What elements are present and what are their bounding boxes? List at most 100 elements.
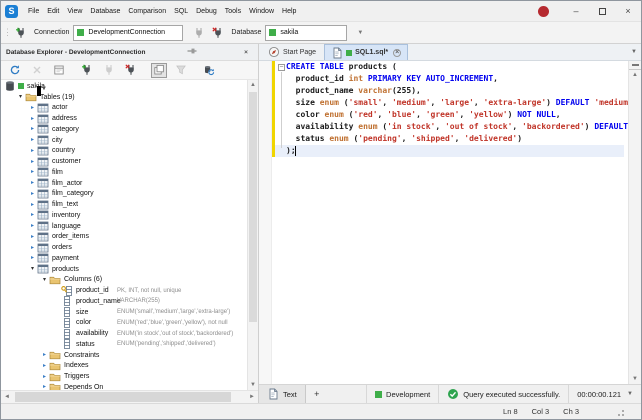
resize-grip[interactable] (622, 414, 624, 416)
expand-arrow-icon[interactable]: ▸ (28, 189, 37, 199)
expand-arrow-icon[interactable]: ▸ (28, 243, 37, 253)
tree-item-country[interactable]: ▸ country (1, 146, 258, 157)
collapse-arrow-icon[interactable]: ▾ (28, 264, 37, 274)
execution-timer[interactable]: 00:00:00.121 ▼ (568, 385, 641, 403)
new-connection-icon[interactable] (13, 25, 28, 40)
scrollbar-thumb[interactable] (249, 92, 257, 322)
menu-window[interactable]: Window (245, 8, 278, 15)
tree-item-language[interactable]: ▸ language (1, 221, 258, 232)
toolbar-grip[interactable]: ⋮ (3, 27, 12, 38)
tree-item-film-actor[interactable]: ▸ film_actor (1, 178, 258, 189)
menu-comparison[interactable]: Comparison (124, 8, 170, 15)
database-select[interactable]: sakila ▼ (37, 24, 348, 96)
tree-item-city[interactable]: ▸ city (1, 135, 258, 146)
tree-horizontal-scrollbar[interactable]: ◄ ► (1, 390, 258, 403)
menu-debug[interactable]: Debug (192, 8, 221, 15)
connect-icon[interactable] (101, 63, 117, 78)
menu-file[interactable]: File (24, 8, 43, 15)
tree-item-depends-on[interactable]: ▸ Depends On (1, 382, 258, 390)
tree-item-inventory[interactable]: ▸ inventory (1, 210, 258, 221)
expand-arrow-icon[interactable]: ▸ (28, 210, 37, 220)
tree-item-constraints[interactable]: ▸ Constraints (1, 350, 258, 361)
maximize-button[interactable] (589, 1, 615, 21)
scroll-up-icon[interactable]: ▲ (248, 80, 258, 90)
text-view-tab[interactable]: Text (259, 385, 306, 403)
show-folders-icon[interactable] (151, 62, 167, 78)
tree-item-triggers[interactable]: ▸ Triggers (1, 371, 258, 382)
expand-arrow-icon[interactable]: ▸ (28, 178, 37, 188)
expand-arrow-icon[interactable]: ▸ (28, 221, 37, 231)
scroll-down-icon[interactable]: ▼ (248, 380, 258, 390)
tree-item-customer[interactable]: ▸ customer (1, 156, 258, 167)
expand-arrow-icon[interactable]: ▸ (40, 372, 49, 382)
tree-item-order-items[interactable]: ▸ order_items (1, 232, 258, 243)
tree-item-category[interactable]: ▸ category (1, 124, 258, 135)
tree-item-address[interactable]: ▸ address (1, 113, 258, 124)
expand-arrow-icon[interactable]: ▸ (40, 350, 49, 360)
scroll-right-icon[interactable]: ► (246, 391, 258, 403)
connect-icon[interactable] (191, 25, 206, 40)
tree-item-film[interactable]: ▸ film (1, 167, 258, 178)
notification-badge-icon[interactable] (538, 5, 549, 17)
expand-arrow-icon[interactable]: ▸ (28, 135, 37, 145)
pin-icon[interactable] (185, 45, 199, 59)
tab-sql1-sql-[interactable]: SQL1.sql* × (324, 44, 409, 60)
menu-help[interactable]: Help (278, 8, 300, 15)
refresh-icon[interactable] (7, 63, 23, 78)
tree-item-payment[interactable]: ▸ payment (1, 253, 258, 264)
tree-item-film-category[interactable]: ▸ film_category (1, 189, 258, 200)
tree-item-product-name[interactable]: product_name VARCHAR(255) (1, 296, 258, 307)
menu-database[interactable]: Database (86, 8, 124, 15)
expand-arrow-icon[interactable]: ▸ (28, 167, 37, 177)
tree-item-status[interactable]: status ENUM('pending','shipped','delivere… (1, 339, 258, 350)
connection-select[interactable]: DevelopmentConnection ▼ (37, 24, 184, 96)
filter-icon[interactable] (173, 63, 189, 78)
scroll-up-icon[interactable]: ▲ (629, 70, 641, 80)
scroll-down-icon[interactable]: ▼ (629, 374, 641, 384)
tree-item-columns-6-[interactable]: ▾ Columns (6) (1, 275, 258, 286)
new-connection-icon[interactable] (79, 63, 95, 78)
expand-arrow-icon[interactable]: ▸ (28, 232, 37, 242)
tab-overflow-button[interactable]: ▼ (631, 49, 637, 55)
disconnect-icon[interactable] (123, 63, 139, 78)
scrollbar-thumb[interactable] (15, 392, 231, 402)
tree-item-actor[interactable]: ▸ actor (1, 103, 258, 114)
menu-sql[interactable]: SQL (170, 8, 192, 15)
tree-item-products[interactable]: ▾ products (1, 264, 258, 275)
tree-vertical-scrollbar[interactable]: ▲ ▼ (247, 80, 258, 390)
tree-item-indexes[interactable]: ▸ Indexes (1, 361, 258, 372)
menu-edit[interactable]: Edit (43, 8, 63, 15)
properties-icon[interactable] (51, 63, 67, 78)
collapse-arrow-icon[interactable]: ▾ (40, 275, 49, 285)
close-button[interactable]: × (615, 1, 641, 21)
scroll-left-icon[interactable]: ◄ (1, 391, 13, 403)
expand-arrow-icon[interactable]: ▸ (28, 253, 37, 263)
minimize-button[interactable]: – (563, 1, 589, 21)
tab-start-page[interactable]: Start Page (262, 44, 322, 60)
menu-tools[interactable]: Tools (221, 8, 245, 15)
code-fold-icon[interactable]: – (278, 64, 285, 71)
expand-arrow-icon[interactable]: ▸ (28, 114, 37, 124)
tree-item-film-text[interactable]: ▸ film_text (1, 199, 258, 210)
disconnect-icon[interactable] (210, 25, 225, 40)
add-view-button[interactable]: + (306, 389, 328, 399)
splitter-handle[interactable] (629, 61, 641, 70)
expand-arrow-icon[interactable]: ▸ (40, 361, 49, 371)
tree-item-size[interactable]: size ENUM('small','medium','large','extra… (1, 307, 258, 318)
tree-item-orders[interactable]: ▸ orders (1, 242, 258, 253)
object-tree[interactable]: sakila ▾ Tables (19) ▸ actor ▸ address ▸ categor… (1, 80, 258, 390)
sql-editor[interactable]: – CREATE TABLE products ( product_id int… (259, 61, 641, 384)
expand-arrow-icon[interactable]: ▸ (28, 157, 37, 167)
expand-arrow-icon[interactable]: ▸ (40, 382, 49, 390)
refresh-schema-icon[interactable] (201, 63, 217, 78)
tree-item-product-id[interactable]: product_id PK, INT, not null, unique (1, 285, 258, 296)
delete-icon[interactable] (29, 63, 45, 78)
tree-item-color[interactable]: color ENUM('red','blue','green','yellow')… (1, 317, 258, 329)
expand-arrow-icon[interactable]: ▸ (28, 124, 37, 134)
environment-indicator[interactable]: Development (366, 385, 438, 403)
expand-arrow-icon[interactable]: ▸ (28, 103, 37, 113)
tree-item-availability[interactable]: availability ENUM('in stock','out of stoc… (1, 328, 258, 339)
editor-vertical-scrollbar[interactable]: ▲ ▼ (628, 61, 641, 384)
expand-arrow-icon[interactable]: ▸ (28, 146, 37, 156)
tab-close-icon[interactable]: × (393, 48, 402, 57)
